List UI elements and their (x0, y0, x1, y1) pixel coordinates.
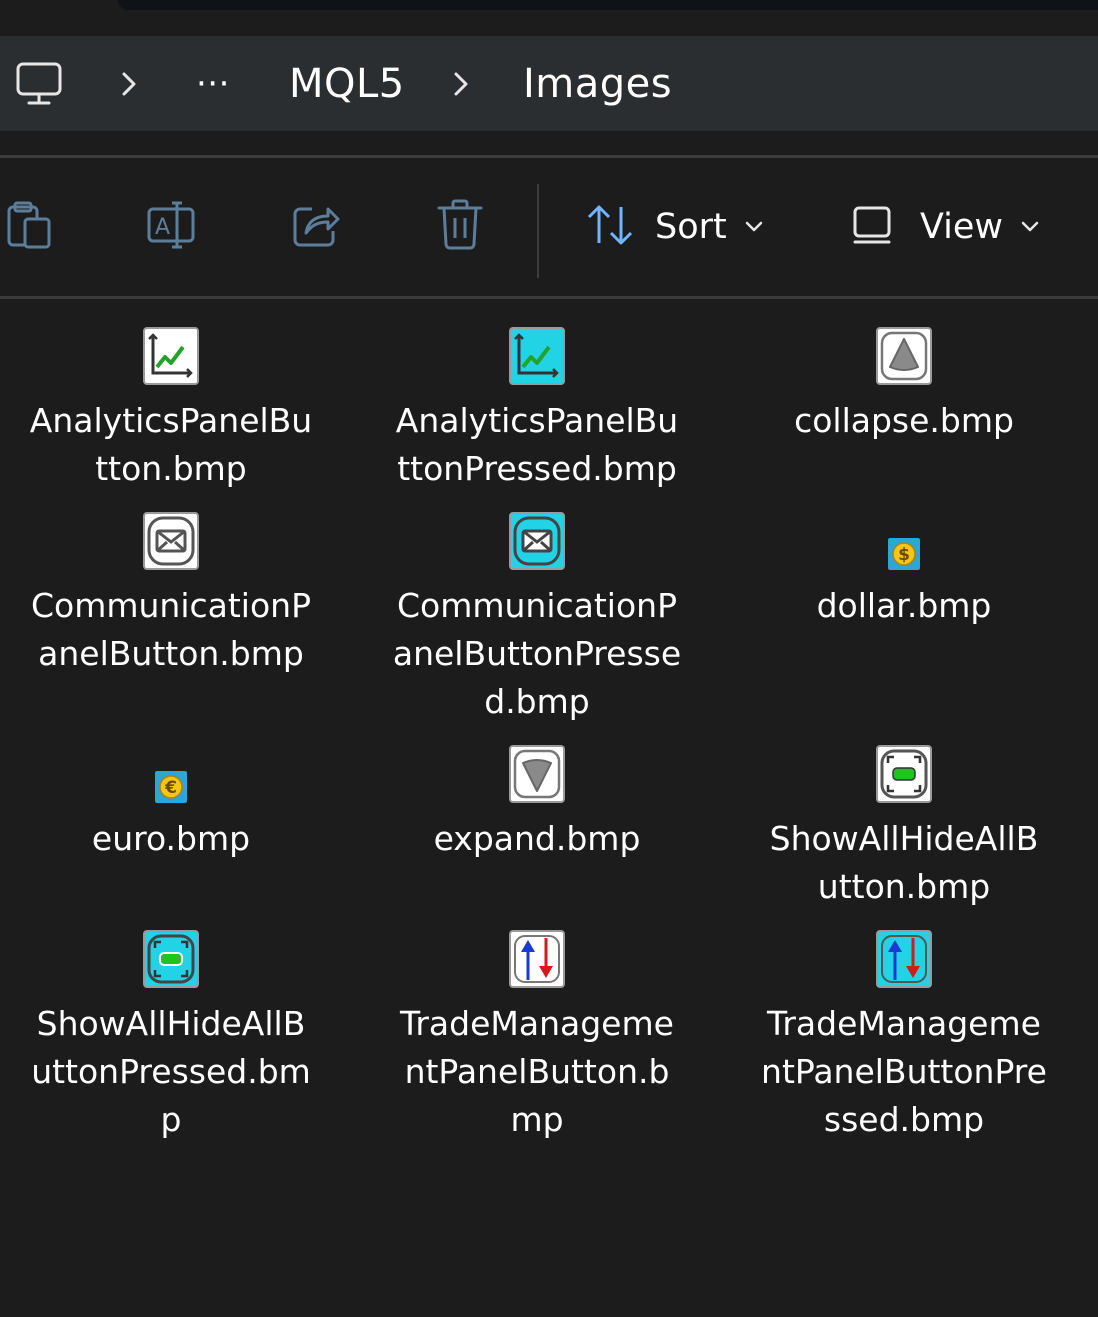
envelope-icon (143, 512, 199, 570)
svg-text:$: $ (898, 545, 910, 565)
show-hide-icon (876, 745, 932, 803)
file-name: expand.bmp (433, 819, 641, 858)
view-label: View (920, 207, 1004, 247)
thumbnail (143, 512, 199, 570)
this-pc-icon[interactable] (16, 36, 62, 131)
thumbnail (509, 327, 565, 385)
file-name: CommunicationP anelButton.bmp (30, 586, 311, 673)
chevron-down-icon (745, 218, 763, 237)
chart-icon (143, 327, 199, 385)
breadcrumb-item-mql5[interactable]: MQL5 (289, 36, 405, 131)
sort-label: Sort (655, 207, 727, 247)
svg-text:€: € (164, 778, 177, 798)
show-hide-icon (143, 930, 199, 988)
file-item[interactable]: € euro.bmp (11, 745, 331, 925)
clipboard-icon (3, 199, 53, 255)
rename-button[interactable]: A (143, 158, 199, 296)
chevron-right-icon[interactable] (118, 36, 140, 131)
file-name: euro.bmp (91, 819, 251, 858)
breadcrumb-item-images[interactable]: Images (523, 36, 672, 131)
toolbar-divider (537, 184, 539, 278)
share-button[interactable] (288, 158, 344, 296)
thumbnail (509, 745, 565, 803)
chevron-right-icon[interactable] (450, 36, 472, 131)
euro-icon: € (155, 771, 187, 803)
breadcrumb: ··· MQL5 Images (0, 36, 1098, 131)
sort-arrows-icon (585, 203, 637, 251)
file-item[interactable]: $ dollar.bmp (744, 512, 1064, 732)
command-bar: A Sort View (0, 158, 1098, 296)
file-name: dollar.bmp (816, 586, 992, 625)
file-item[interactable]: expand.bmp (377, 745, 697, 925)
chart-icon (509, 327, 565, 385)
thumbnail (509, 930, 565, 988)
file-item[interactable]: TradeManageme ntPanelButtonPre ssed.bmp (744, 930, 1064, 1150)
address-bar[interactable]: ··· MQL5 Images (0, 36, 1098, 131)
thumbnail (143, 327, 199, 385)
file-name: AnalyticsPanelBu tton.bmp (29, 401, 313, 488)
file-name: TradeManageme ntPanelButtonPre ssed.bmp (761, 1004, 1047, 1139)
thumbnail (876, 930, 932, 988)
share-icon (290, 199, 342, 255)
thumbnail: $ (888, 538, 920, 570)
file-item[interactable]: CommunicationP anelButton.bmp (11, 512, 331, 732)
thumbnail (876, 745, 932, 803)
file-name: ShowAllHideAllB utton.bmp (769, 819, 1039, 906)
thumbnail (876, 327, 932, 385)
view-button[interactable]: View (852, 158, 1042, 296)
file-item[interactable]: ShowAllHideAllB uttonPressed.bm p (11, 930, 331, 1150)
file-name: collapse.bmp (794, 401, 1014, 440)
up-down-arrows-icon (509, 930, 565, 988)
triangle-up-icon (876, 327, 932, 385)
file-item[interactable]: AnalyticsPanelBu ttonPressed.bmp (377, 327, 697, 507)
title-bar (0, 0, 1098, 36)
file-item[interactable]: ShowAllHideAllB utton.bmp (744, 745, 1064, 925)
file-name: CommunicationP anelButtonPresse d.bmp (392, 586, 682, 721)
file-name: AnalyticsPanelBu ttonPressed.bmp (395, 401, 679, 488)
triangle-down-icon (509, 745, 565, 803)
file-item[interactable]: TradeManageme ntPanelButton.b mp (377, 930, 697, 1150)
breadcrumb-more-button[interactable]: ··· (196, 36, 230, 131)
thumbnail: € (155, 771, 187, 803)
chevron-down-icon (1021, 218, 1039, 237)
file-name: ShowAllHideAllB uttonPressed.bm p (31, 1004, 311, 1139)
delete-button[interactable] (432, 158, 488, 296)
sort-button[interactable]: Sort (585, 158, 775, 296)
trash-icon (435, 198, 485, 256)
file-item[interactable]: collapse.bmp (744, 327, 1064, 507)
thumbnail (143, 930, 199, 988)
dollar-icon: $ (888, 538, 920, 570)
file-name: TradeManageme ntPanelButton.b mp (400, 1004, 674, 1139)
file-item[interactable]: AnalyticsPanelBu tton.bmp (11, 327, 331, 507)
up-down-arrows-icon (876, 930, 932, 988)
thumbnail (509, 512, 565, 570)
view-layout-icon (852, 205, 892, 249)
title-strip (118, 0, 1098, 10)
envelope-icon (509, 512, 565, 570)
paste-button[interactable] (0, 158, 56, 296)
svg-text:A: A (155, 215, 170, 240)
divider (0, 296, 1098, 299)
rename-icon: A (145, 199, 197, 255)
file-item[interactable]: CommunicationP anelButtonPresse d.bmp (377, 512, 697, 732)
